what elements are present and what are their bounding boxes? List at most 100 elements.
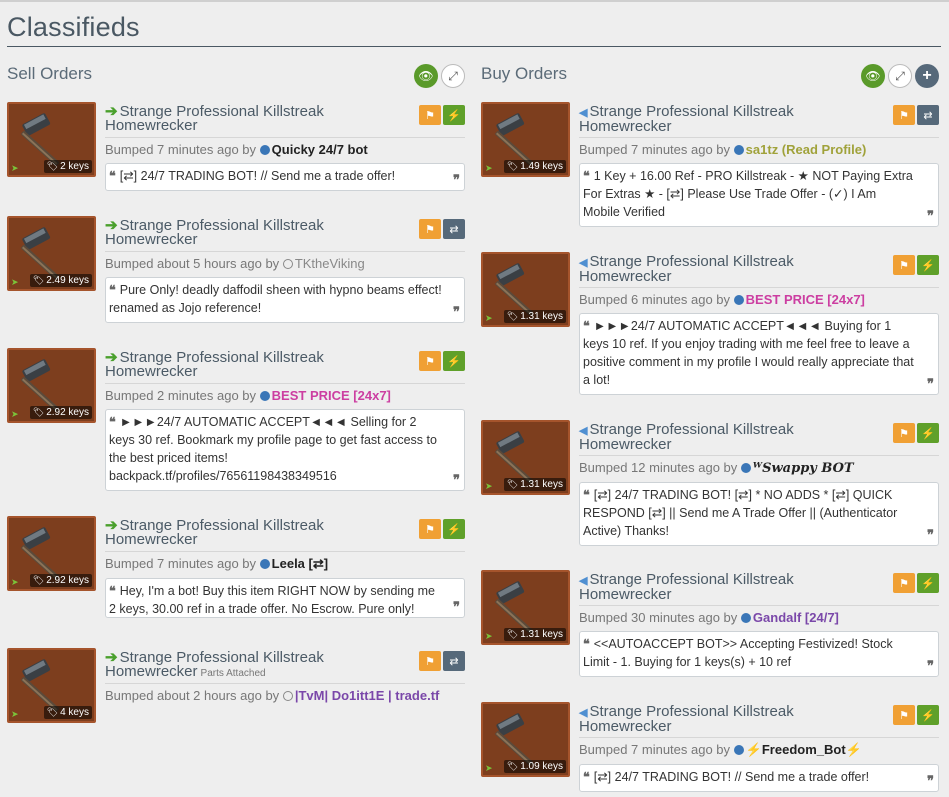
item-thumbnail[interactable]: ➤ 🏷 1.09 keys: [481, 702, 570, 777]
user-link[interactable]: ᵂSwappy BOT: [753, 461, 854, 476]
price-label: 1.09 keys: [520, 761, 563, 772]
item-thumbnail[interactable]: ➤ 🏷 1.49 keys: [481, 102, 570, 177]
item-name-link[interactable]: ◀ Strange Professional Killstreak Homewre…: [579, 252, 883, 284]
lightning-icon[interactable]: ⚡: [917, 705, 939, 725]
user-link[interactable]: sa1tz (Read Profile): [746, 142, 867, 157]
item-name: Strange Professional Killstreak Homewrec…: [105, 103, 324, 134]
parts-attached-label: Parts Attached: [200, 668, 266, 679]
online-status-icon: [733, 145, 744, 155]
user-link[interactable]: BEST PRICE [24x7]: [272, 388, 391, 403]
user-link[interactable]: TKtheViking: [295, 256, 365, 271]
bumped-line: Bumped 7 minutes ago by Leela [⇄]: [105, 556, 465, 572]
user-link[interactable]: Gandalf [24/7]: [753, 610, 839, 625]
flag-icon[interactable]: ⚑: [893, 255, 915, 275]
item-thumbnail[interactable]: ➤ 🏷 2.92 keys: [7, 516, 96, 591]
online-status-icon: [733, 295, 744, 305]
listing-info: ➔ Strange Professional Killstreak Homewre…: [105, 102, 465, 191]
trade-icon[interactable]: ⇄: [443, 219, 465, 239]
expand-icon[interactable]: ⤢: [888, 64, 912, 88]
tag-icon: 🏷: [46, 161, 59, 171]
listing-name-row: ➔ Strange Professional Killstreak Homewre…: [105, 648, 465, 684]
expand-icon[interactable]: ⤢: [441, 64, 465, 88]
price-tag: 🏷 4 keys: [43, 706, 92, 719]
bumped-line: Bumped 7 minutes ago by sa1tz (Read Prof…: [579, 142, 939, 157]
flag-icon[interactable]: ⚑: [419, 651, 441, 671]
item-name-link[interactable]: ◀ Strange Professional Killstreak Homewre…: [579, 420, 883, 452]
user-link[interactable]: ⚡Freedom_Bot⚡: [746, 742, 862, 757]
tag-icon: 🏷: [46, 707, 59, 717]
trade-icon[interactable]: ⇄: [443, 651, 465, 671]
price-label: 2.92 keys: [46, 407, 89, 418]
buy-orders-header: Buy Orders 👁 ⤢ +: [481, 62, 939, 92]
eye-icon[interactable]: 👁: [861, 64, 885, 88]
item-name-link[interactable]: ➔ Strange Professional Killstreak Homewre…: [105, 102, 409, 133]
quote-close-icon: ❞: [453, 472, 460, 487]
item-thumbnail[interactable]: ➤ 🏷 2 keys: [7, 102, 96, 177]
item-thumbnail[interactable]: ➤ 🏷 1.31 keys: [481, 252, 570, 327]
item-name-link[interactable]: ➔ Strange Professional Killstreak Homewre…: [105, 348, 409, 379]
user-link[interactable]: Quicky 24/7 bot: [272, 142, 368, 157]
item-name-link[interactable]: ◀ Strange Professional Killstreak Homewre…: [579, 102, 883, 134]
lightning-icon[interactable]: ⚡: [443, 351, 465, 371]
item-name-link[interactable]: ➔ Strange Professional Killstreak Homewre…: [105, 648, 409, 681]
item-thumbnail[interactable]: ➤ 🏷 1.31 keys: [481, 420, 570, 495]
item-thumbnail[interactable]: ➤ 🏷 4 keys: [7, 648, 96, 723]
tag-icon: 🏷: [32, 275, 45, 285]
item-thumbnail[interactable]: ➤ 🏷 2.92 keys: [7, 348, 96, 423]
sell-orders-column: Sell Orders 👁 ⤢ ➤ 🏷 2 keys ➔ Strange Profess…: [7, 62, 465, 723]
item-name-link[interactable]: ◀ Strange Professional Killstreak Homewre…: [579, 702, 883, 734]
sell-orders-title: Sell Orders: [7, 64, 93, 83]
bumped-text: Bumped 7 minutes ago by: [105, 142, 257, 157]
flag-icon[interactable]: ⚑: [893, 105, 915, 125]
sell-orders-header: Sell Orders 👁 ⤢: [7, 62, 465, 92]
listing-info: ➔ Strange Professional Killstreak Homewre…: [105, 648, 465, 703]
listing-actions: ⚑ ⚡: [419, 105, 465, 125]
item-thumbnail[interactable]: ➤ 🏷 1.31 keys: [481, 570, 570, 645]
listing-actions: ⚑ ⚡: [419, 519, 465, 539]
eye-icon[interactable]: 👁: [414, 64, 438, 88]
item-name-link[interactable]: ➔ Strange Professional Killstreak Homewre…: [105, 516, 409, 547]
price-label: 2.49 keys: [46, 275, 89, 286]
flag-icon[interactable]: ⚑: [419, 219, 441, 239]
price-tag: 🏷 2.92 keys: [29, 406, 92, 419]
listing-name-row: ◀ Strange Professional Killstreak Homewre…: [579, 102, 939, 138]
item-name-link[interactable]: ◀ Strange Professional Killstreak Homewre…: [579, 570, 883, 602]
user-link[interactable]: BEST PRICE [24x7]: [746, 292, 865, 307]
flag-icon[interactable]: ⚑: [893, 573, 915, 593]
quote-close-icon: ❞: [927, 208, 934, 223]
lightning-icon[interactable]: ⚡: [443, 519, 465, 539]
flag-icon[interactable]: ⚑: [893, 705, 915, 725]
comment-text: Pure Only! deadly daffodil sheen with hy…: [109, 283, 442, 315]
price-tag: 🏷 1.31 keys: [503, 628, 566, 641]
plus-icon[interactable]: +: [915, 64, 939, 88]
flag-icon[interactable]: ⚑: [419, 351, 441, 371]
quote-close-icon: ❞: [927, 527, 934, 542]
price-tag: 🏷 1.31 keys: [503, 478, 566, 491]
lightning-icon[interactable]: ⚡: [443, 105, 465, 125]
killstreak-arrow-icon: ➤: [485, 163, 493, 173]
user-link[interactable]: |TvM| Do1itt1E | trade.tf: [295, 688, 440, 703]
lightning-icon[interactable]: ⚡: [917, 573, 939, 593]
online-status-icon: [259, 559, 270, 569]
listing-actions: ⚑ ⚡: [893, 255, 939, 275]
flag-icon[interactable]: ⚑: [419, 105, 441, 125]
flag-icon[interactable]: ⚑: [419, 519, 441, 539]
listing-info: ◀ Strange Professional Killstreak Homewre…: [579, 420, 939, 546]
user-link[interactable]: Leela [⇄]: [272, 556, 328, 571]
quote-open-icon: ❝: [583, 488, 590, 502]
item-name: Strange Professional Killstreak Homewrec…: [105, 349, 324, 380]
trade-icon[interactable]: ⇄: [917, 105, 939, 125]
comment-text: [⇄] 24/7 TRADING BOT! // Send me a trade…: [593, 770, 870, 784]
listing-info: ◀ Strange Professional Killstreak Homewre…: [579, 102, 939, 227]
flag-icon[interactable]: ⚑: [893, 423, 915, 443]
listing-comment: ❝ ►►►24/7 AUTOMATIC ACCEPT◄◄◄ Buying for …: [579, 313, 939, 395]
listing-actions: ⚑ ⚡: [893, 573, 939, 593]
item-thumbnail[interactable]: ➤ 🏷 2.49 keys: [7, 216, 96, 291]
item-name-link[interactable]: ➔ Strange Professional Killstreak Homewre…: [105, 216, 409, 247]
sell-orders-tools: 👁 ⤢: [414, 64, 465, 88]
offline-status-icon: [282, 259, 293, 269]
bumped-text: Bumped 2 minutes ago by: [105, 388, 257, 403]
comment-text: ►►►24/7 AUTOMATIC ACCEPT◄◄◄ Selling for …: [109, 415, 437, 483]
lightning-icon[interactable]: ⚡: [917, 423, 939, 443]
lightning-icon[interactable]: ⚡: [917, 255, 939, 275]
